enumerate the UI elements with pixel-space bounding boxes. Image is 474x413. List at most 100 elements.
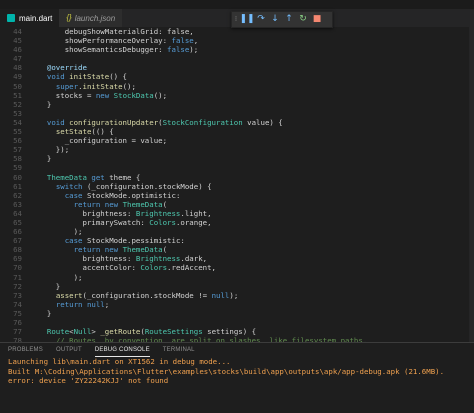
- code-line: 65 primarySwatch: Colors.orange,: [0, 218, 474, 227]
- console-line: Built M:\Coding\Applications\Flutter\exa…: [8, 366, 445, 376]
- code-text: }: [38, 154, 52, 164]
- code-line: 47: [0, 54, 474, 63]
- bottom-panel: PROBLEMS OUTPUT DEBUG CONSOLE TERMINAL L…: [0, 342, 474, 413]
- code-text: void initState() {: [46, 72, 128, 82]
- code-line: 59: [0, 163, 474, 172]
- tab-label: main.dart: [19, 13, 53, 23]
- pause-icon[interactable]: ❚❚: [239, 12, 254, 27]
- code-line: 75 }: [0, 309, 474, 318]
- code-text: showSemanticsDebugger: false);: [38, 45, 199, 55]
- step-over-icon[interactable]: ↷: [254, 12, 268, 27]
- code-text: _configuration = value;: [38, 136, 168, 146]
- code-text: );: [38, 272, 83, 282]
- code-text: void configurationUpdater(StockConfigura…: [46, 117, 283, 127]
- line-number: 51: [13, 90, 22, 100]
- code-text: case StockMode.pessimistic:: [64, 236, 185, 246]
- code-text: }: [38, 281, 61, 291]
- line-number: 63: [13, 199, 22, 209]
- line-number: 50: [13, 81, 22, 91]
- line-number: 46: [13, 45, 22, 55]
- code-line: 67 case StockMode.pessimistic:: [0, 236, 474, 245]
- tab-problems[interactable]: PROBLEMS: [8, 344, 43, 356]
- line-number: 67: [13, 236, 22, 246]
- code-text: assert(_configuration.stockMode != null)…: [55, 290, 239, 300]
- code-text: accentColor: Colors.redAccent,: [38, 263, 216, 273]
- code-line: 48 @override: [0, 63, 474, 72]
- stop-icon[interactable]: ■: [310, 12, 324, 27]
- code-line: 74 return null;: [0, 300, 474, 309]
- code-text: return new ThemeData(: [73, 245, 168, 255]
- line-number: 47: [13, 54, 22, 64]
- panel-tabs: PROBLEMS OUTPUT DEBUG CONSOLE TERMINAL: [0, 343, 474, 357]
- code-line: 52 }: [0, 100, 474, 109]
- code-text: }: [38, 99, 52, 109]
- step-into-icon[interactable]: ↓: [268, 12, 282, 27]
- code-line: 46 showSemanticsDebugger: false);: [0, 45, 474, 54]
- code-line: 50 super.initState();: [0, 82, 474, 91]
- code-line: 62 case StockMode.optimistic:: [0, 191, 474, 200]
- editor-window: main.dart {} launch.json 44 debugShowMat…: [0, 0, 474, 413]
- line-number: 57: [13, 145, 22, 155]
- line-number: 58: [13, 154, 22, 164]
- line-number: 60: [13, 172, 22, 182]
- line-number: 71: [13, 272, 22, 282]
- code-text: @override: [46, 63, 87, 73]
- line-number: 75: [13, 308, 22, 318]
- code-line: 71 );: [0, 273, 474, 282]
- line-number: 69: [13, 254, 22, 264]
- code-text: return null;: [55, 299, 110, 309]
- line-number: 52: [13, 99, 22, 109]
- code-editor[interactable]: 44 debugShowMaterialGrid: false, 45 showP…: [0, 27, 474, 342]
- dart-icon: [7, 14, 15, 22]
- code-line: 61 switch (_configuration.stockMode) {: [0, 182, 474, 191]
- code-line: 55 setState(() {: [0, 127, 474, 136]
- code-line: 69 brightness: Brightness.dark,: [0, 254, 474, 263]
- code-text: setState(() {: [55, 127, 114, 137]
- debug-toolbar: ⁞ ❚❚ ↷ ↓ ↑ ↻ ■: [231, 11, 333, 28]
- line-number: 68: [13, 245, 22, 255]
- line-number: 65: [13, 217, 22, 227]
- tab-terminal[interactable]: TERMINAL: [163, 344, 195, 356]
- code-line: 54 void configurationUpdater(StockConfig…: [0, 118, 474, 127]
- code-text: );: [38, 227, 83, 237]
- scrollbar[interactable]: [469, 27, 474, 342]
- code-text: debugShowMaterialGrid: false,: [64, 27, 194, 36]
- code-line: 49 void initState() {: [0, 72, 474, 81]
- code-line: 56 _configuration = value;: [0, 136, 474, 145]
- code-line: 44 debugShowMaterialGrid: false,: [0, 27, 474, 36]
- code-line: 60 ThemeData get theme {: [0, 173, 474, 182]
- code-line: 70 accentColor: Colors.redAccent,: [0, 263, 474, 272]
- code-line: 63 return new ThemeData(: [0, 200, 474, 209]
- line-number: 77: [13, 327, 22, 337]
- tab-debug-console[interactable]: DEBUG CONSOLE: [94, 344, 150, 357]
- line-number: 61: [13, 181, 22, 191]
- line-number: 72: [13, 281, 22, 291]
- code-line: 76: [0, 318, 474, 327]
- tab-launch-json[interactable]: {} launch.json: [59, 9, 123, 27]
- code-line: 51 stocks = new StockData();: [0, 91, 474, 100]
- line-number: 70: [13, 263, 22, 273]
- line-number: 73: [13, 290, 22, 300]
- tab-main-dart[interactable]: main.dart: [0, 9, 60, 27]
- line-number: 54: [13, 117, 22, 127]
- code-text: case StockMode.optimistic:: [64, 190, 181, 200]
- tab-label: launch.json: [74, 13, 116, 23]
- line-number: 53: [13, 108, 22, 118]
- code-text: switch (_configuration.stockMode) {: [55, 181, 212, 191]
- line-number: 74: [13, 299, 22, 309]
- code-text: stocks = new StockData();: [38, 90, 168, 100]
- code-text: return new ThemeData(: [73, 199, 168, 209]
- line-number: 62: [13, 190, 22, 200]
- code-text: super.initState();: [55, 81, 136, 91]
- step-out-icon[interactable]: ↑: [282, 12, 296, 27]
- tab-output[interactable]: OUTPUT: [56, 344, 82, 356]
- restart-icon[interactable]: ↻: [296, 12, 310, 27]
- code-line: 57 });: [0, 145, 474, 154]
- code-text: brightness: Brightness.dark,: [38, 254, 208, 264]
- code-text: primarySwatch: Colors.orange,: [38, 217, 212, 227]
- json-icon: {}: [66, 13, 72, 22]
- debug-console-output: Launching lib\main.dart on XT1562 in deb…: [0, 357, 474, 386]
- code-line: 53: [0, 109, 474, 118]
- code-line: 73 assert(_configuration.stockMode != nu…: [0, 291, 474, 300]
